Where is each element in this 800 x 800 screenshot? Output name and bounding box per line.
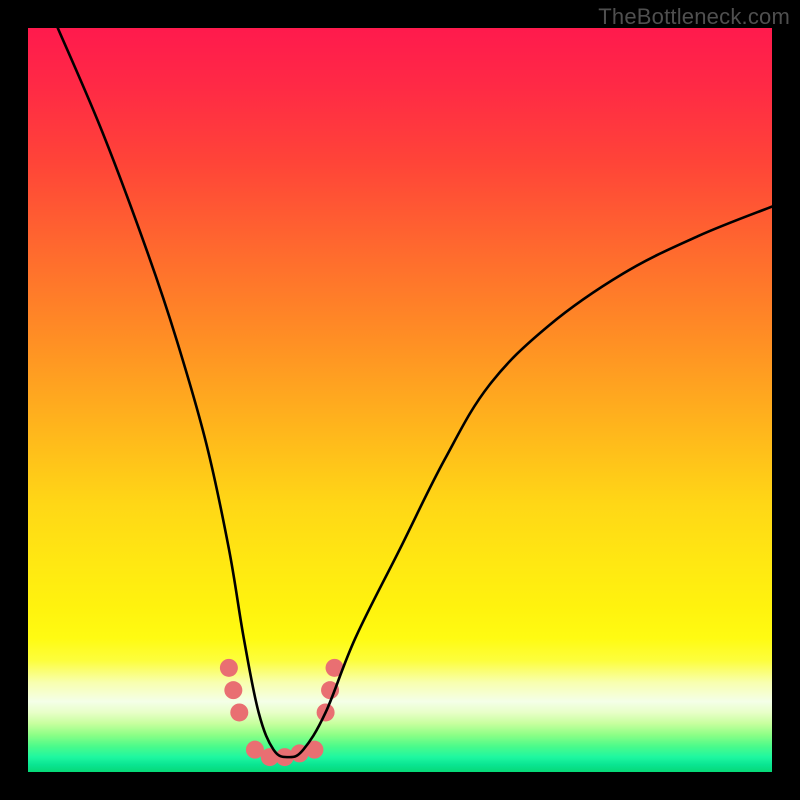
trough-marker <box>305 741 323 759</box>
plot-area <box>28 28 772 772</box>
trough-markers <box>220 659 344 766</box>
trough-marker <box>230 703 248 721</box>
trough-marker <box>317 703 335 721</box>
trough-marker <box>246 741 264 759</box>
chart-frame: TheBottleneck.com <box>0 0 800 800</box>
curve-layer <box>28 28 772 772</box>
trough-marker <box>276 748 294 766</box>
trough-marker <box>326 659 344 677</box>
trough-marker <box>291 744 309 762</box>
trough-marker <box>261 748 279 766</box>
trough-marker <box>224 681 242 699</box>
watermark-text: TheBottleneck.com <box>598 4 790 30</box>
trough-marker <box>321 681 339 699</box>
trough-marker <box>220 659 238 677</box>
bottleneck-curve <box>58 28 772 757</box>
